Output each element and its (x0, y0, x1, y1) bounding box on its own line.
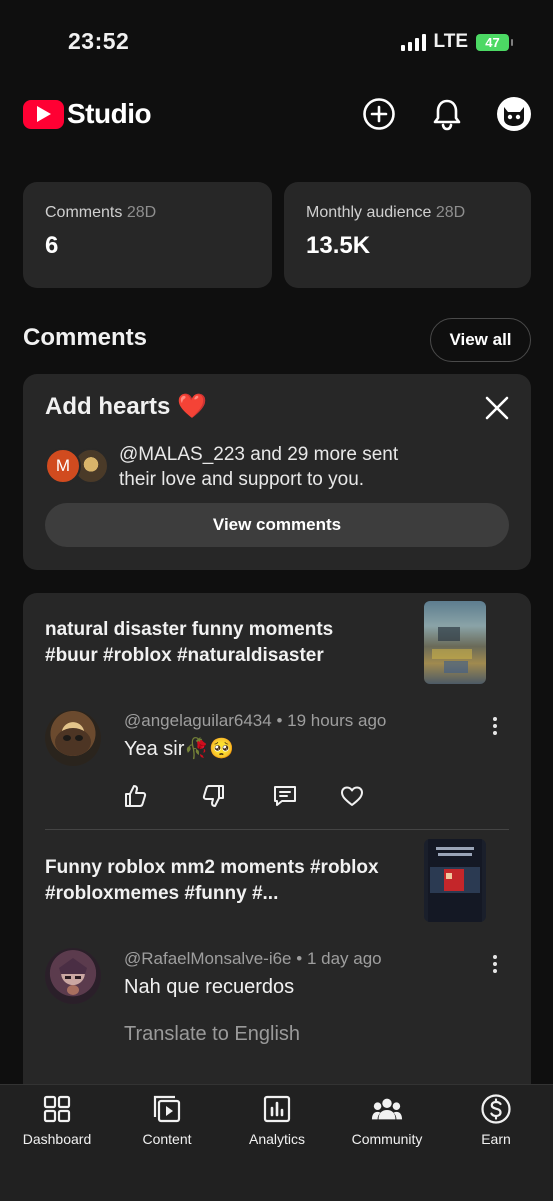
nav-label: Community (351, 1131, 423, 1147)
comment-meta: @RafaelMonsalve-i6e • 1 day ago (124, 949, 382, 968)
add-circle-icon (363, 98, 395, 130)
reply-icon (274, 786, 296, 806)
comment-text: Yea sir🥀🥺 (124, 738, 235, 760)
youtube-play-icon (23, 99, 64, 129)
bottom-navigation: Dashboard Content Analytics Community Ea… (0, 1084, 553, 1201)
view-all-button[interactable]: View all (430, 318, 531, 362)
studio-logo[interactable]: Studio (23, 98, 152, 130)
close-button[interactable] (483, 394, 511, 422)
nav-analytics[interactable]: Analytics (222, 1093, 332, 1147)
earn-icon (480, 1093, 512, 1125)
dislike-button[interactable] (201, 783, 227, 809)
commenter-avatar[interactable] (45, 948, 101, 1004)
audience-stat-card[interactable]: Monthly audience 28D 13.5K (284, 182, 531, 288)
hearts-message: @MALAS_223 and 29 more sent their love a… (119, 444, 399, 490)
video-title[interactable]: natural disaster funny moments #buur #ro… (45, 617, 385, 669)
video-thumbnail[interactable] (424, 839, 486, 922)
commenter-avatar[interactable] (45, 710, 101, 766)
video-thumbnail[interactable] (424, 601, 486, 684)
status-indicators: LTE 47 (400, 31, 513, 53)
add-hearts-card: Add hearts ❤️ M @MALAS_223 and 29 more s… (23, 374, 531, 570)
analytics-icon (261, 1093, 293, 1125)
app-name: Studio (67, 98, 152, 129)
comments-stat-card[interactable]: Comments 28D 6 (23, 182, 272, 288)
hearts-card-title: Add hearts ❤️ (45, 393, 207, 420)
nav-community[interactable]: Community (332, 1093, 442, 1147)
heart-icon (341, 786, 363, 806)
stat-value: 13.5K (306, 232, 371, 259)
nav-dashboard[interactable]: Dashboard (2, 1093, 112, 1147)
network-type: LTE (433, 31, 468, 52)
dashboard-icon (41, 1093, 73, 1125)
comment-meta: @angelaguilar6434 • 19 hours ago (124, 711, 387, 730)
stat-label: Comments 28D (45, 204, 157, 221)
create-button[interactable] (361, 96, 397, 132)
comment-time: 1 day ago (306, 949, 382, 968)
comment-more-button[interactable] (485, 714, 505, 738)
translate-link[interactable]: Translate to English (124, 1023, 300, 1046)
nav-label: Content (142, 1131, 192, 1147)
divider (45, 829, 509, 830)
heart-emoji: ❤️ (177, 393, 207, 420)
view-comments-button[interactable]: View comments (45, 503, 509, 547)
thumbs-up-icon (125, 785, 147, 807)
cat-avatar-icon (504, 107, 524, 126)
stat-label: Monthly audience 28D (306, 204, 466, 221)
thumbs-down-icon (202, 785, 224, 807)
nav-label: Dashboard (22, 1131, 92, 1147)
comment-more-button[interactable] (485, 952, 505, 976)
nav-label: Analytics (248, 1131, 306, 1147)
comment-author[interactable]: @angelaguilar6434 (124, 711, 272, 730)
comment-text: Nah que recuerdos (124, 976, 295, 998)
nav-content[interactable]: Content (112, 1093, 222, 1147)
signal-icon (400, 33, 426, 51)
video-title[interactable]: Funny roblox mm2 moments #roblox #roblox… (45, 855, 385, 907)
stat-period: 28D (435, 204, 466, 221)
comments-section-title: Comments (23, 324, 148, 351)
bell-icon (433, 99, 461, 131)
stat-period: 28D (126, 204, 157, 221)
status-time: 23:52 (68, 28, 130, 54)
heart-button[interactable] (339, 783, 365, 809)
notifications-button[interactable] (429, 96, 465, 132)
account-avatar[interactable] (497, 97, 531, 131)
supporter-avatars: M (45, 448, 109, 484)
nav-earn[interactable]: Earn (441, 1093, 551, 1147)
content-icon (151, 1093, 183, 1125)
comment-time: 19 hours ago (287, 711, 387, 730)
comment-author[interactable]: @RafaelMonsalve-i6e (124, 949, 292, 968)
nav-label: Earn (481, 1131, 511, 1147)
close-icon (485, 396, 509, 420)
battery-level: 47 (485, 34, 500, 50)
supporter-avatar: M (45, 448, 81, 484)
stat-value: 6 (45, 232, 59, 259)
battery-icon: 47 (476, 33, 513, 51)
reply-button[interactable] (272, 783, 298, 809)
recent-comments-card: natural disaster funny moments #buur #ro… (23, 593, 531, 1113)
community-icon (371, 1093, 403, 1125)
like-button[interactable] (122, 783, 148, 809)
